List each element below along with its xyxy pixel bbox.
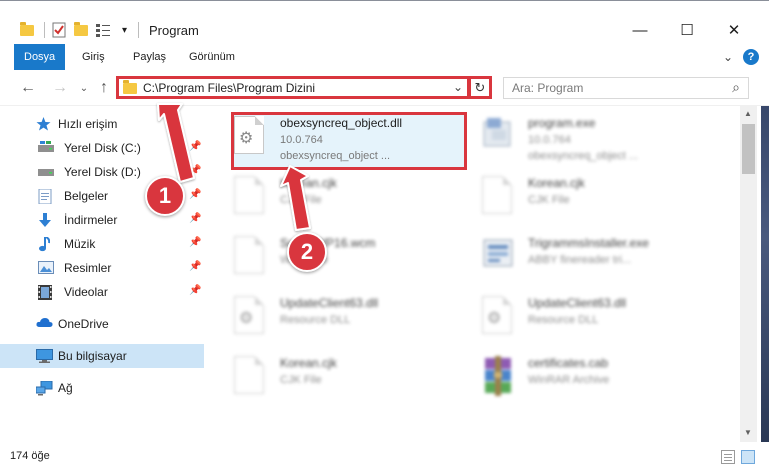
pin-icon[interactable]: 📌 <box>189 213 201 224</box>
forward-button[interactable]: → <box>50 78 70 98</box>
file-item-korean-cjk[interactable]: Korean.cjk CJK File <box>212 350 462 408</box>
scroll-down-icon[interactable]: ▼ <box>744 428 752 437</box>
scroll-up-icon[interactable]: ▲ <box>744 109 752 118</box>
divider <box>44 22 45 38</box>
pin-icon[interactable]: 📌 <box>189 165 201 176</box>
download-icon <box>38 213 54 227</box>
search-box[interactable]: Ara: Program ⌕ <box>503 77 749 99</box>
search-icon[interactable]: ⌕ <box>732 79 740 96</box>
sidebar-item-pictures[interactable]: Resimler 📌 <box>0 256 204 280</box>
back-button[interactable]: ← <box>18 78 38 98</box>
customize-toolbar-icon[interactable]: ▾ <box>122 21 127 39</box>
sidebar-item-quick-access[interactable]: Hızlı erişim <box>0 112 204 136</box>
computer-icon <box>36 349 53 363</box>
drive-icon <box>38 165 54 179</box>
help-icon[interactable]: ? <box>743 49 759 65</box>
minimize-button[interactable]: — <box>617 15 663 45</box>
file-item-korean-cjk[interactable]: Korean.cjk CJK File <box>460 170 710 228</box>
refresh-button[interactable]: ↻ <box>470 76 492 99</box>
dll-icon: ⚙ <box>234 116 268 158</box>
navigation-bar: ← → ⌄ ↑ C:\Program Files\Program Dizini … <box>0 70 769 106</box>
exe-icon <box>482 116 516 158</box>
star-icon <box>36 117 52 131</box>
sidebar-item-videos[interactable]: Videolar 📌 <box>0 280 204 304</box>
new-folder-icon[interactable] <box>74 21 88 39</box>
close-button[interactable]: ✕ <box>711 15 757 45</box>
music-icon <box>38 236 54 252</box>
dll-icon: ⚙ <box>234 296 268 338</box>
folder-icon <box>20 21 34 39</box>
file-item-updateclient63-dll[interactable]: ⚙ UpdateClient63.dll Resource DLL <box>212 290 462 348</box>
file-item-trigramms-installer[interactable]: TrigrammsInstaller.exe ABBY finereader t… <box>460 230 710 288</box>
blank-file-icon <box>234 356 268 398</box>
blank-file-icon <box>482 176 516 218</box>
address-dropdown-icon[interactable]: ⌄ <box>453 80 463 94</box>
sidebar-item-local-disk-c[interactable]: Yerel Disk (C:) 📌 <box>0 136 204 160</box>
winrar-icon <box>482 356 516 398</box>
status-bar: 174 öğe <box>0 442 769 475</box>
scroll-thumb[interactable] <box>742 124 755 174</box>
tab-file[interactable]: Dosya <box>14 44 66 70</box>
file-item-soundwp16-wcm[interactable]: SoundWP16.wcm WCM File <box>212 230 462 288</box>
pin-icon[interactable]: 📌 <box>189 237 201 248</box>
file-item-certificates-cab[interactable]: certificates.cab WinRAR Archive <box>460 350 710 408</box>
details-view-icon[interactable] <box>721 450 735 464</box>
folder-icon <box>123 80 137 94</box>
properties-icon[interactable] <box>52 21 66 39</box>
expand-ribbon-icon[interactable]: ⌄ <box>723 50 733 64</box>
sidebar-item-this-pc[interactable]: Bu bilgisayar <box>0 344 204 368</box>
search-input[interactable]: Ara: Program <box>512 81 583 95</box>
view-options-icon[interactable] <box>96 21 112 39</box>
callout-step-2: 2 <box>287 232 327 272</box>
cloud-icon <box>36 317 53 331</box>
tab-home[interactable]: Giriş <box>72 44 115 70</box>
file-item-obexsyncreq-dll[interactable]: ⚙ obexsyncreq_object.dll 10.0.764 obexsy… <box>212 110 462 168</box>
pin-icon[interactable]: 📌 <box>189 261 201 272</box>
item-count: 174 öğe <box>10 450 50 462</box>
address-path[interactable]: C:\Program Files\Program Dizini <box>143 81 315 95</box>
sidebar-item-music[interactable]: Müzik 📌 <box>0 232 204 256</box>
file-item-program-exe[interactable]: program.exe 10.0.764 obexsyncreq_object … <box>460 110 710 168</box>
file-item-korean-cjk[interactable]: Korean.cjk CJK File <box>212 170 462 228</box>
pictures-icon <box>38 261 54 275</box>
tab-view[interactable]: Görünüm <box>179 44 245 70</box>
vertical-scrollbar[interactable]: ▲ ▼ <box>740 106 757 442</box>
sidebar-item-onedrive[interactable]: OneDrive <box>0 312 204 336</box>
sidebar-item-network[interactable]: Ağ <box>0 376 204 400</box>
blank-file-icon <box>234 176 268 218</box>
window-title: Program <box>149 23 199 38</box>
divider <box>138 22 139 38</box>
address-bar[interactable]: C:\Program Files\Program Dizini ⌄ <box>116 76 470 99</box>
pin-icon[interactable]: 📌 <box>189 285 201 296</box>
large-icons-view-icon[interactable] <box>741 450 755 464</box>
tab-share[interactable]: Paylaş <box>123 44 176 70</box>
network-icon <box>35 380 53 396</box>
installer-icon <box>482 236 516 278</box>
title-bar: ▾ Program — ☐ ✕ <box>0 0 769 44</box>
callout-step-1: 1 <box>145 176 185 216</box>
ribbon-tabs: Dosya Giriş Paylaş Görünüm ⌄ ? <box>0 44 769 70</box>
pin-icon[interactable]: 📌 <box>189 189 201 200</box>
videos-icon <box>38 285 54 300</box>
pin-icon[interactable]: 📌 <box>189 141 201 152</box>
maximize-button[interactable]: ☐ <box>664 15 710 45</box>
file-item-updateclient63-dll[interactable]: ⚙ UpdateClient63.dll Resource DLL <box>460 290 710 348</box>
up-button[interactable]: ↑ <box>94 78 114 98</box>
recent-locations-button[interactable]: ⌄ <box>74 78 94 98</box>
documents-icon <box>38 188 54 205</box>
blank-file-icon <box>234 236 268 278</box>
dll-icon: ⚙ <box>482 296 516 338</box>
navigation-pane: Hızlı erişim Yerel Disk (C:) 📌 Yerel Dis… <box>0 106 210 442</box>
drive-icon <box>38 141 54 155</box>
